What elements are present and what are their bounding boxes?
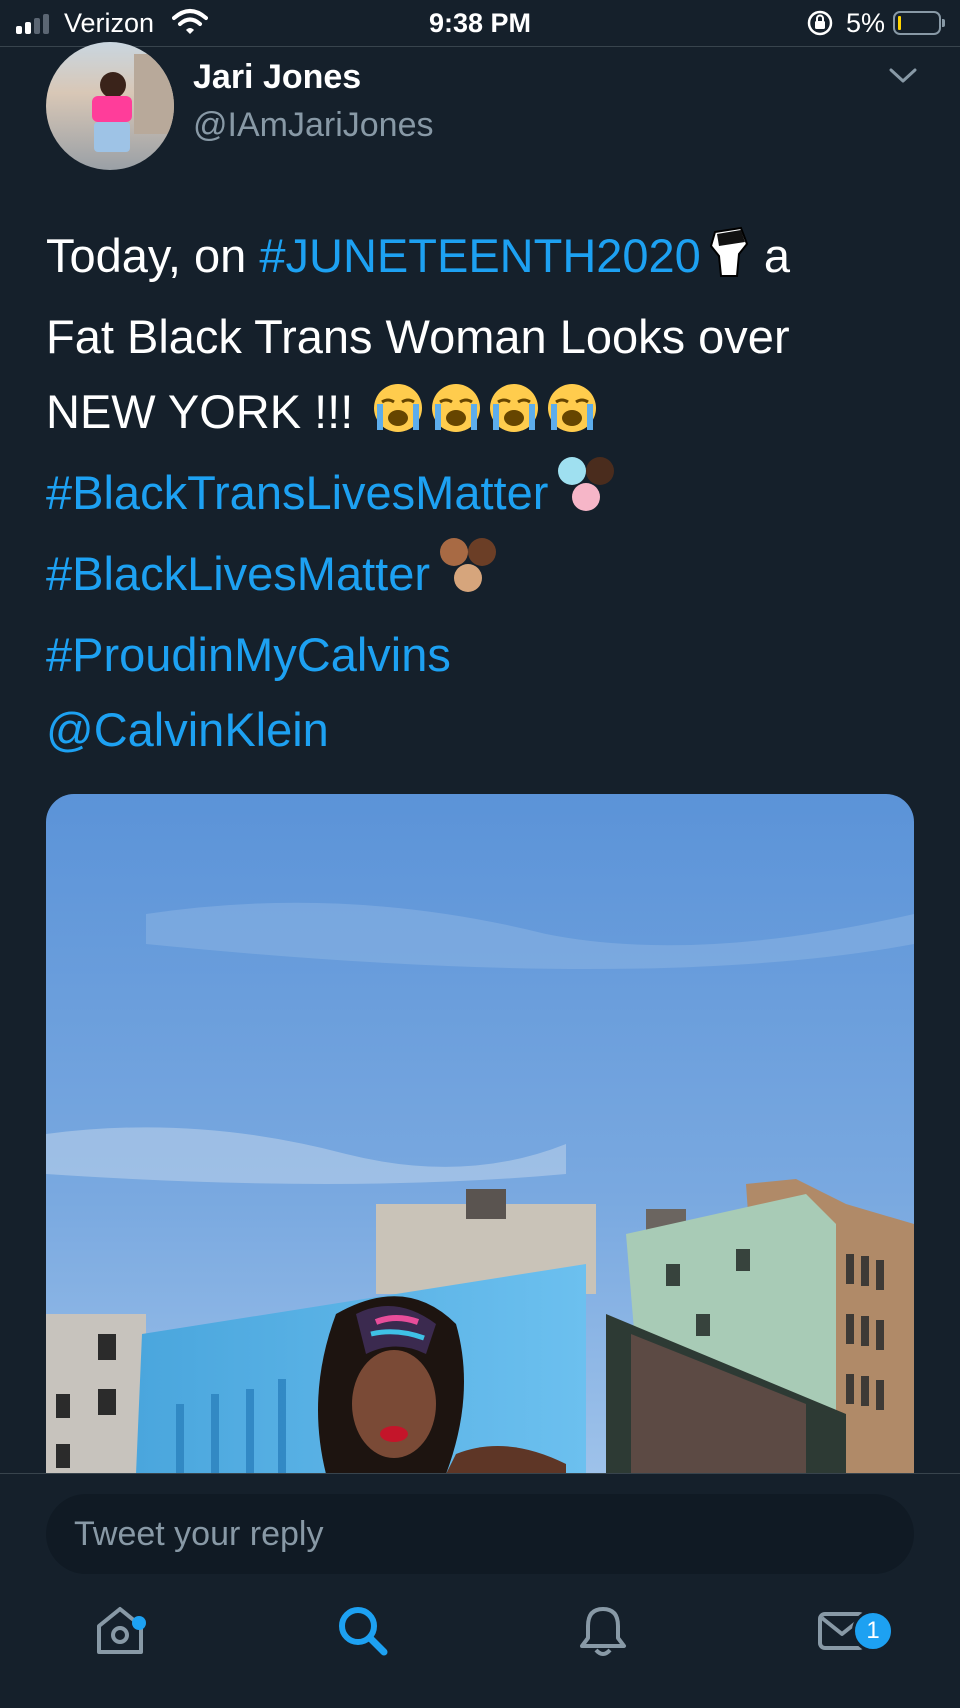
tweet-line: #BlackTransLivesMatter (46, 455, 926, 536)
tweet-line: NEW YORK !!! (46, 374, 926, 455)
chevron-down-icon[interactable] (888, 66, 918, 91)
notifications-icon (580, 1607, 626, 1656)
notifications-tab[interactable] (578, 1604, 628, 1663)
fists-emoji (554, 455, 618, 536)
author-avatar[interactable] (46, 42, 174, 170)
crying-face-emoji (372, 380, 424, 455)
status-bar: Verizon 9:38 PM 5% (0, 0, 960, 47)
reply-input[interactable]: Tweet your reply (46, 1494, 914, 1574)
tweet-line: Fat Black Trans Woman Looks over (46, 310, 790, 363)
hashtag-juneteenth[interactable]: #JUNETEENTH2020 (259, 229, 700, 282)
mention-calvinklein[interactable]: @CalvinKlein (46, 703, 329, 756)
battery-icon (893, 11, 945, 35)
home-tab[interactable] (94, 1604, 146, 1663)
fists-emoji (436, 536, 500, 617)
crying-face-emoji (546, 380, 598, 455)
tweet-line: #ProudinMyCalvins (46, 617, 926, 692)
tweet-text: Today, on #JUNETEENTH2020 a Fat Black Tr… (46, 218, 926, 767)
search-tab[interactable] (336, 1604, 390, 1663)
author-handle[interactable]: @IAmJariJones (193, 106, 433, 145)
tweet-text-segment: NEW YORK !!! (46, 385, 367, 438)
battery-percent: 5% (846, 8, 886, 38)
author-name[interactable]: Jari Jones (193, 58, 361, 97)
search-icon (339, 1607, 388, 1656)
crying-face-emoji (430, 380, 482, 455)
tweet-image[interactable] (46, 794, 914, 1474)
fist-emoji (707, 224, 751, 299)
tweet-text-segment: Today, on (46, 229, 260, 282)
hashtag-proudinmycalvins[interactable]: #ProudinMyCalvins (46, 628, 451, 681)
tweet-line: @CalvinKlein (46, 692, 926, 767)
hashtag-blacklivesmatter[interactable]: #BlackLivesMatter (46, 547, 430, 600)
home-notification-dot (132, 1616, 146, 1630)
crying-face-emoji (488, 380, 540, 455)
home-icon (97, 1607, 143, 1654)
hashtag-blacktranslivesmatter[interactable]: #BlackTransLivesMatter (46, 466, 548, 519)
messages-badge: 1 (852, 1610, 894, 1652)
tweet-line: #BlackLivesMatter (46, 536, 926, 617)
reply-and-tab-bar: Tweet your reply 1 (0, 1473, 960, 1708)
tweet-text-segment: a (750, 229, 791, 282)
rotation-lock-icon (806, 9, 834, 44)
tweet-line: Today, on #JUNETEENTH2020 a (46, 218, 926, 299)
